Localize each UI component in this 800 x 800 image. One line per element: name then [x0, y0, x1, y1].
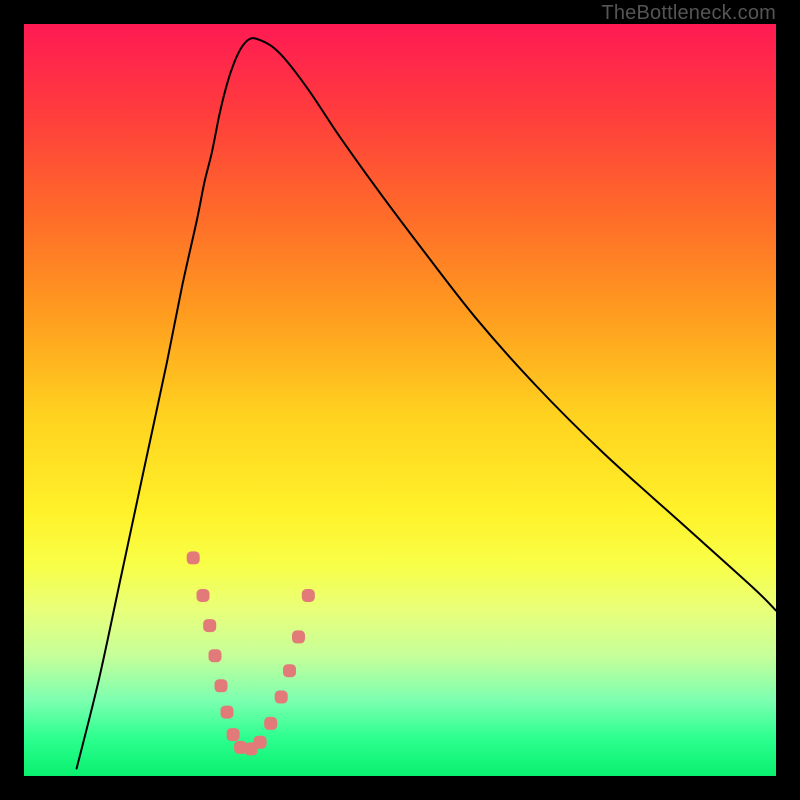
curve-markers [187, 551, 315, 755]
curve-marker [264, 717, 277, 730]
curve-marker [197, 589, 210, 602]
curve-marker [275, 691, 288, 704]
plot-area [24, 24, 776, 776]
bottleneck-curve-line [77, 38, 776, 768]
curve-marker [254, 736, 267, 749]
curve-marker [302, 589, 315, 602]
curve-marker [215, 679, 228, 692]
curve-marker [292, 630, 305, 643]
curve-marker [283, 664, 296, 677]
curve-marker [209, 649, 222, 662]
curve-marker [203, 619, 216, 632]
curve-marker [221, 706, 234, 719]
watermark-text: TheBottleneck.com [601, 2, 776, 25]
curve-marker [227, 728, 240, 741]
curve-marker [187, 551, 200, 564]
bottleneck-chart [24, 24, 776, 776]
